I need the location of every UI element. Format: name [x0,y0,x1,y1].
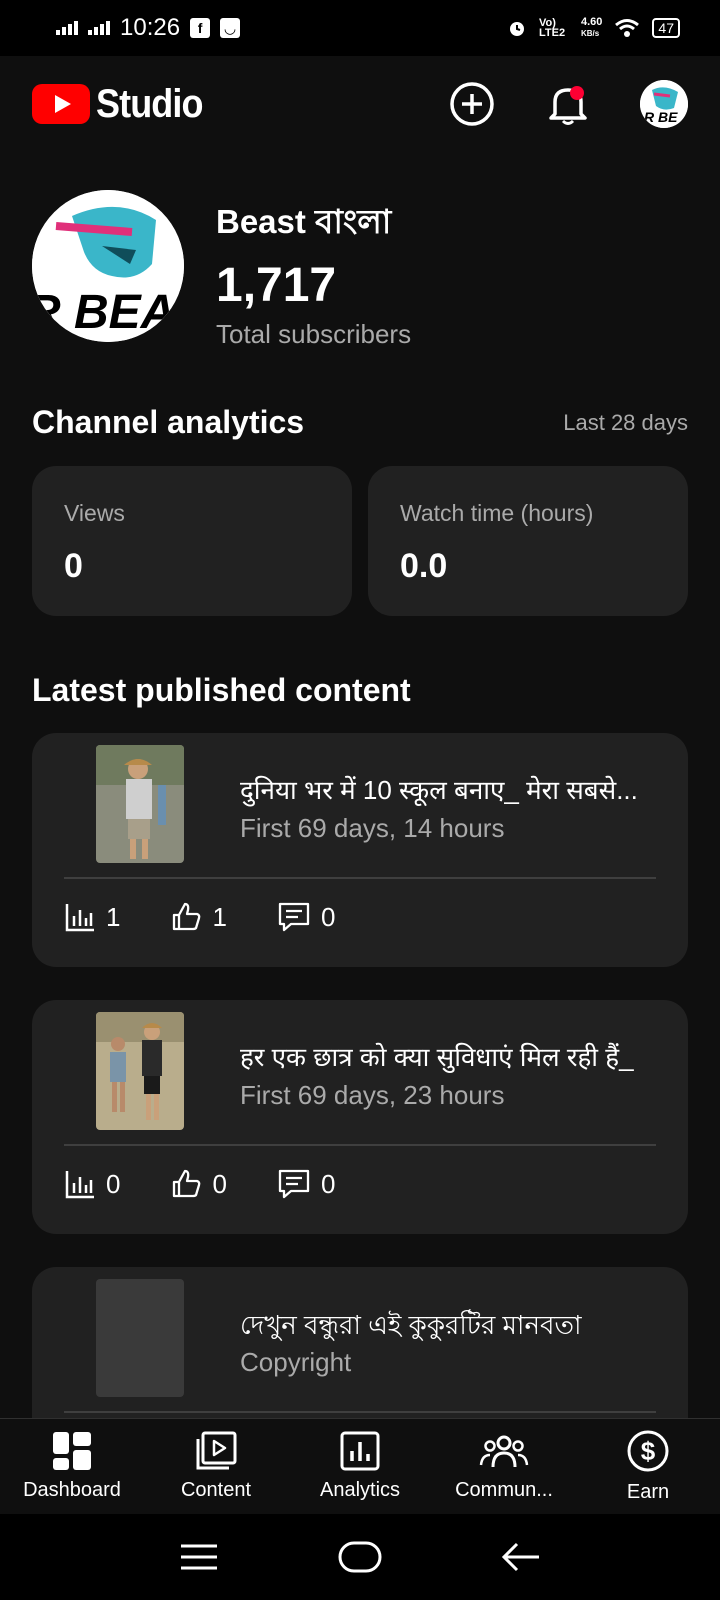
clock: 10:26 [120,14,181,41]
divider [64,1144,656,1146]
dashboard-icon [53,1432,91,1470]
community-icon [479,1435,529,1468]
video-title: দেখুন বন্ধুরা এই কুকুরটির মানবতা [240,1310,582,1340]
nav-label: Content [180,1479,252,1501]
channel-avatar[interactable]: R BEA [32,190,184,342]
brand-label: Studio [96,81,203,126]
bottom-nav: Dashboard Content Analytics Commun... $ … [0,1418,720,1514]
app-bar: Studio R BE [0,56,720,152]
signal-icon [56,21,78,35]
likes-count: 0 [212,1168,227,1199]
earn-icon: $ [627,1430,669,1472]
battery-icon: 47 [652,18,680,38]
comments-stat: 0 [277,1168,335,1200]
nav-earn[interactable]: $ Earn [576,1419,720,1514]
home-icon[interactable] [338,1540,382,1574]
comments-count: 0 [320,901,336,932]
volte-label: Vo) LTE2 [539,17,566,39]
divider [64,877,656,879]
comments-count: 0 [320,1168,336,1199]
nav-content[interactable]: Content [144,1419,288,1514]
nav-label: Commun... [455,1479,553,1501]
youtube-studio-logo[interactable]: Studio [32,82,214,127]
status-bar: 10:26 f ◡ Vo) LTE2 4.60 KB/s 47 [0,0,720,56]
channel-header: R BEA Beast বাংলা 1,717 Total subscriber… [32,190,411,350]
analytics-bars-icon [65,1171,94,1199]
views-stat: 1 [64,901,120,933]
nav-community[interactable]: Commun... [432,1419,576,1514]
system-nav-bar [0,1514,720,1600]
signal-icon-2 [88,21,110,35]
video-thumbnail-placeholder [96,1279,184,1397]
video-meta: Copyright [240,1347,352,1377]
views-count: 0 [106,1168,121,1199]
views-value: 0 [64,547,83,585]
svg-text:R BE: R BE [644,109,678,125]
svg-text:R BEA: R BEA [32,286,175,339]
video-meta: First 69 days, 23 hours [240,1080,505,1110]
create-icon [450,82,494,126]
menu-icon[interactable] [179,1542,219,1572]
subscriber-label: Total subscribers [216,319,412,349]
create-button[interactable] [448,80,496,128]
account-avatar[interactable]: R BE [640,80,688,128]
analytics-range[interactable]: Last 28 days [563,410,688,436]
youtube-icon [32,84,90,124]
analytics-bars-icon [65,904,94,932]
analytics-icon [340,1431,380,1471]
watch-time-label: Watch time (hours) [400,500,594,526]
views-label: Views [64,500,125,526]
speed-unit: KB/s [581,29,600,38]
nav-label: Dashboard [23,1479,121,1501]
comments-stat: 0 [277,901,335,933]
divider [64,1411,656,1413]
thumbs-up-icon [173,1169,201,1198]
comment-icon [278,902,310,932]
video-thumbnail [96,745,184,863]
notification-badge [570,86,584,100]
network-speed: 4.60 KB/s [581,17,602,39]
nav-dashboard[interactable]: Dashboard [0,1419,144,1514]
channel-name: Beast বাংলা [216,203,392,240]
views-count: 1 [106,901,121,932]
likes-count: 1 [212,901,227,932]
nav-label: Analytics [319,1479,401,1501]
views-card[interactable]: Views 0 [32,466,352,616]
svg-text:$: $ [641,1436,656,1466]
subscriber-count: 1,717 [216,259,337,312]
nav-analytics[interactable]: Analytics [288,1419,432,1514]
notifications-button[interactable] [544,80,592,128]
video-thumbnail [96,1012,184,1130]
speed-value: 4.60 [581,16,603,28]
watch-time-card[interactable]: Watch time (hours) 0.0 [368,466,688,616]
likes-stat: 1 [170,901,227,933]
analytics-title: Channel analytics [32,404,305,440]
facebook-icon: f [190,18,211,38]
latest-title: Latest published content [32,672,411,708]
thumbs-up-icon [173,902,201,931]
watch-time-value: 0.0 [400,547,448,585]
likes-stat: 0 [170,1168,227,1200]
back-icon[interactable] [501,1540,541,1574]
bag-icon: ◡ [220,18,241,38]
comment-icon [278,1169,310,1199]
content-icon [196,1431,237,1470]
video-title: दुनिया भर में 10 स्कूल बनाए_ मेरा सबसे..… [240,775,638,805]
video-title: हर एक छात्र को क्या सुविधाएं मिल रही हैं… [240,1042,634,1072]
content-card[interactable]: हर एक छात्र को क्या सुविधाएं मिल रही हैं… [32,1000,688,1234]
video-meta: First 69 days, 14 hours [240,813,505,843]
views-stat: 0 [64,1168,120,1200]
nav-label: Earn [626,1481,670,1503]
content-card[interactable]: दुनिया भर में 10 स्कूल बनाए_ मेरा सबसे..… [32,733,688,967]
wifi-icon [615,19,640,37]
alarm-icon [510,22,524,36]
